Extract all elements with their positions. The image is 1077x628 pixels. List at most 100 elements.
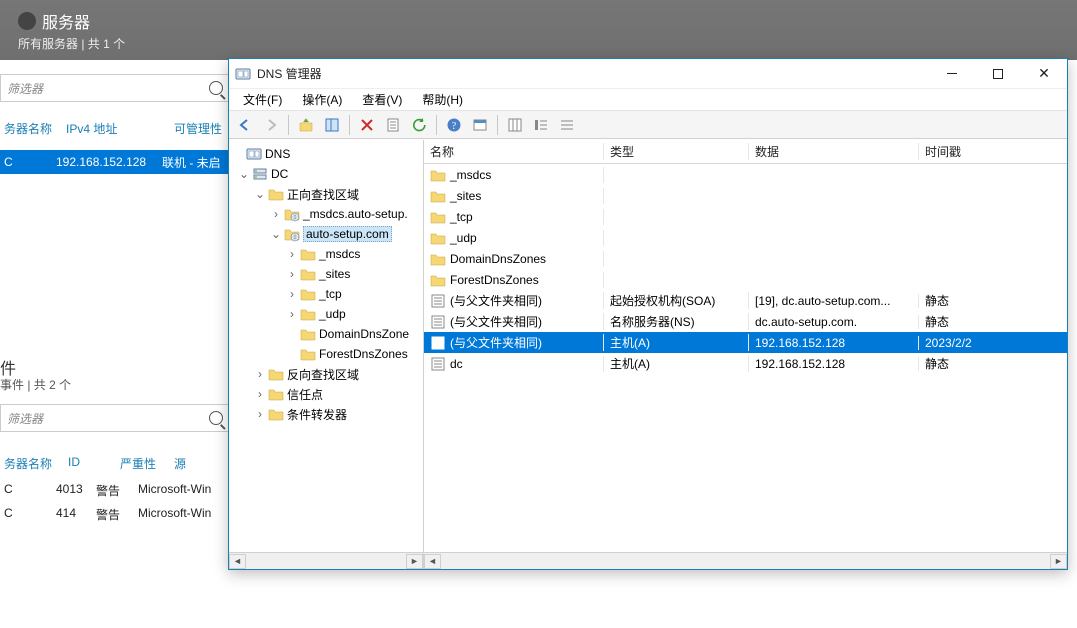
close-button[interactable]: ✕: [1021, 59, 1067, 88]
list-row[interactable]: ForestDnsZones: [424, 269, 1067, 290]
list-row[interactable]: (与父文件夹相同)主机(A)192.168.152.1282023/2/2: [424, 332, 1067, 353]
col-manageability[interactable]: 可管理性: [174, 120, 222, 137]
scroll-left-icon[interactable]: ◄: [424, 554, 441, 569]
list-row[interactable]: (与父文件夹相同)名称服务器(NS)dc.auto-setup.com.静态: [424, 311, 1067, 332]
toolbar: [229, 111, 1067, 139]
toolbar-forward[interactable]: [259, 114, 283, 136]
toolbar-up[interactable]: [294, 114, 318, 136]
menu-action[interactable]: 操作(A): [294, 89, 350, 110]
event-row[interactable]: C 414 警告 Microsoft-Win: [0, 506, 211, 523]
ev-col-src[interactable]: 源: [174, 455, 186, 472]
expander-icon[interactable]: ⌄: [269, 227, 283, 241]
expander-icon[interactable]: ⌄: [253, 187, 267, 201]
tree-node-reverse-zones[interactable]: › 反向查找区域: [229, 364, 423, 384]
col-ipv4[interactable]: IPv4 地址: [66, 120, 117, 137]
expander-icon[interactable]: ›: [253, 367, 267, 381]
col-name[interactable]: 名称: [424, 143, 604, 160]
folder-icon: [430, 251, 446, 267]
tree-node-forestdnszones[interactable]: › ForestDnsZones: [229, 344, 423, 364]
dns-app-icon: [235, 66, 251, 82]
tree-horizontal-scrollbar[interactable]: ◄ ►: [229, 552, 423, 569]
toolbar-listview2[interactable]: [555, 114, 579, 136]
toolbar-separator: [436, 115, 437, 135]
toolbar-separator: [349, 115, 350, 135]
toolbar-refresh[interactable]: [407, 114, 431, 136]
server-row-selected[interactable]: C 192.168.152.128 联机 - 未启: [0, 150, 230, 174]
list-row[interactable]: _udp: [424, 227, 1067, 248]
record-icon: [430, 356, 446, 372]
filter-placeholder: 筛选器: [7, 80, 209, 97]
list-row[interactable]: (与父文件夹相同)起始授权机构(SOA)[19], dc.auto-setup.…: [424, 290, 1067, 311]
menu-file[interactable]: 文件(F): [235, 89, 290, 110]
events-filter-placeholder: 筛选器: [7, 410, 209, 427]
tree-node-conditional-forwarders[interactable]: › 条件转发器: [229, 404, 423, 424]
tree-node-trust-points[interactable]: › 信任点: [229, 384, 423, 404]
toolbar-columns[interactable]: [503, 114, 527, 136]
ev-col-sev[interactable]: 严重性: [120, 455, 162, 472]
tree-node-auto-setup-zone[interactable]: ⌄ auto-setup.com: [229, 224, 423, 244]
server-filter-input[interactable]: 筛选器: [0, 74, 230, 102]
server-row-name: C: [0, 155, 56, 169]
scroll-right-icon[interactable]: ►: [1050, 554, 1067, 569]
toolbar-window[interactable]: [468, 114, 492, 136]
tree-node-msdcs[interactable]: › _msdcs: [229, 244, 423, 264]
toolbar-properties[interactable]: [381, 114, 405, 136]
tree-node-dns-root[interactable]: ▾ DNS: [229, 144, 423, 164]
scroll-right-icon[interactable]: ►: [406, 554, 423, 569]
folder-icon: [430, 272, 446, 288]
tree-node-msdcs-zone[interactable]: › _msdcs.auto-setup.: [229, 204, 423, 224]
window-titlebar[interactable]: DNS 管理器 ✕: [229, 59, 1067, 89]
panes-icon: [324, 117, 340, 133]
window-title: DNS 管理器: [257, 65, 929, 82]
columns-icon: [507, 117, 523, 133]
expander-icon[interactable]: ›: [253, 387, 267, 401]
col-data[interactable]: 数据: [749, 143, 919, 160]
forward-icon: [263, 117, 279, 133]
tree-node-udp[interactable]: › _udp: [229, 304, 423, 324]
ev-col-name[interactable]: 务器名称: [4, 455, 56, 472]
menu-help[interactable]: 帮助(H): [414, 89, 471, 110]
list-row[interactable]: _tcp: [424, 206, 1067, 227]
toolbar-listview1[interactable]: [529, 114, 553, 136]
close-icon: ✕: [1038, 65, 1050, 82]
maximize-button[interactable]: [975, 59, 1021, 88]
record-icon: [430, 293, 446, 309]
col-type[interactable]: 类型: [604, 143, 749, 160]
folder-icon: [430, 167, 446, 183]
toolbar-delete[interactable]: [355, 114, 379, 136]
refresh-icon: [411, 117, 427, 133]
menu-view[interactable]: 查看(V): [354, 89, 410, 110]
ev-col-id[interactable]: ID: [68, 455, 108, 472]
list-row[interactable]: _msdcs: [424, 164, 1067, 185]
expander-icon[interactable]: ›: [285, 287, 299, 301]
folder-icon: [300, 326, 316, 342]
list-horizontal-scrollbar[interactable]: ◄ ►: [424, 552, 1067, 569]
folder-icon: [300, 346, 316, 362]
tree-node-domaindnszones[interactable]: › DomainDnsZone: [229, 324, 423, 344]
expander-icon[interactable]: ›: [285, 267, 299, 281]
col-server-name[interactable]: 务器名称: [4, 120, 52, 137]
events-filter-input[interactable]: 筛选器: [0, 404, 230, 432]
list-row[interactable]: DomainDnsZones: [424, 248, 1067, 269]
expander-icon[interactable]: ›: [285, 307, 299, 321]
col-timestamp[interactable]: 时间戳: [919, 143, 1067, 160]
minimize-button[interactable]: [929, 59, 975, 88]
tree-node-tcp[interactable]: › _tcp: [229, 284, 423, 304]
search-icon: [209, 411, 223, 425]
expander-icon[interactable]: ›: [269, 207, 283, 221]
toolbar-help[interactable]: [442, 114, 466, 136]
toolbar-back[interactable]: [233, 114, 257, 136]
list-row[interactable]: _sites: [424, 185, 1067, 206]
toolbar-panes[interactable]: [320, 114, 344, 136]
list-row[interactable]: dc主机(A)192.168.152.128静态: [424, 353, 1067, 374]
expander-icon[interactable]: ›: [253, 407, 267, 421]
list-header: 名称 类型 数据 时间戳: [424, 140, 1067, 164]
server-icon: [252, 166, 268, 182]
tree-node-forward-zones[interactable]: ⌄ 正向查找区域: [229, 184, 423, 204]
expander-icon[interactable]: ›: [285, 247, 299, 261]
tree-node-dc[interactable]: ⌄ DC: [229, 164, 423, 184]
scroll-left-icon[interactable]: ◄: [229, 554, 246, 569]
expander-icon[interactable]: ⌄: [237, 167, 251, 181]
event-row[interactable]: C 4013 警告 Microsoft-Win: [0, 482, 211, 499]
tree-node-sites[interactable]: › _sites: [229, 264, 423, 284]
